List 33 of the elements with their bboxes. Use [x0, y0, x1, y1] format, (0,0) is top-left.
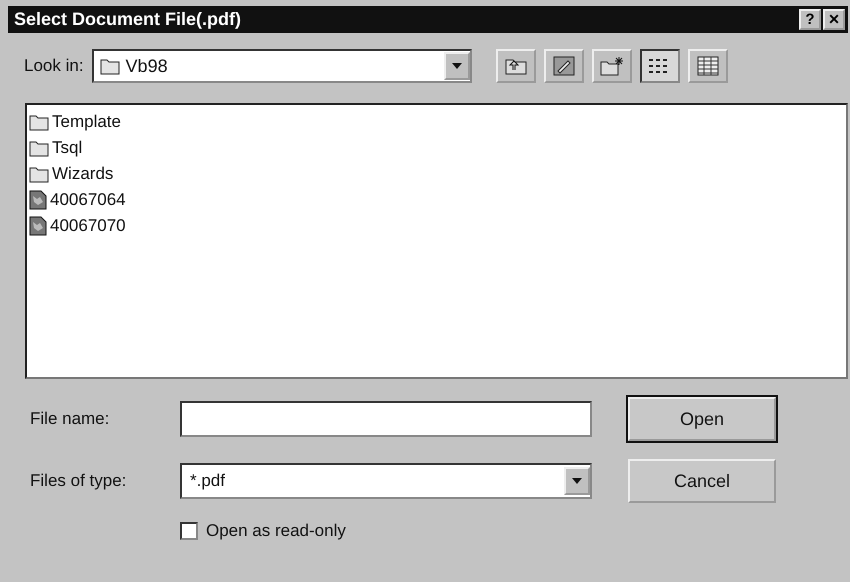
folder-icon [100, 57, 120, 75]
look-in-value: Vb98 [126, 56, 168, 76]
caret-icon [572, 478, 582, 484]
new-folder-icon [600, 56, 624, 76]
file-item[interactable]: 40067070 [50, 216, 126, 236]
read-only-label: Open as read-only [206, 521, 346, 541]
up-folder-icon [504, 57, 527, 75]
file-item[interactable]: 40067064 [50, 190, 126, 210]
window-title: Select Document File(.pdf) [14, 9, 242, 30]
file-name-field[interactable] [180, 401, 592, 437]
folder-icon [29, 139, 49, 157]
document-icon [29, 216, 47, 236]
file-item[interactable]: Wizards [52, 164, 114, 184]
file-name-label: File name: [30, 409, 110, 429]
file-type-dropdown[interactable]: *.pdf [180, 463, 592, 499]
help-button[interactable]: ? [799, 9, 821, 30]
file-item[interactable]: Tsql [52, 138, 82, 158]
document-icon [29, 190, 47, 210]
toolbar-button[interactable] [640, 49, 680, 83]
look-in-dropdown[interactable]: Vb98 [92, 49, 472, 83]
file-item[interactable]: Template [52, 112, 121, 132]
caret-icon [452, 63, 462, 69]
dropdown-button[interactable] [444, 52, 470, 80]
file-type-label: Files of type: [30, 471, 128, 491]
folder-icon [29, 113, 49, 131]
open-button[interactable]: Open [628, 397, 776, 441]
dropdown-button[interactable] [564, 467, 590, 495]
folder-icon [29, 165, 49, 183]
close-button[interactable]: × [823, 9, 845, 30]
look-in-label: Look in: [24, 56, 84, 76]
details-view-icon [696, 56, 719, 76]
checkbox[interactable] [180, 522, 198, 540]
cancel-button[interactable]: Cancel [628, 459, 776, 503]
